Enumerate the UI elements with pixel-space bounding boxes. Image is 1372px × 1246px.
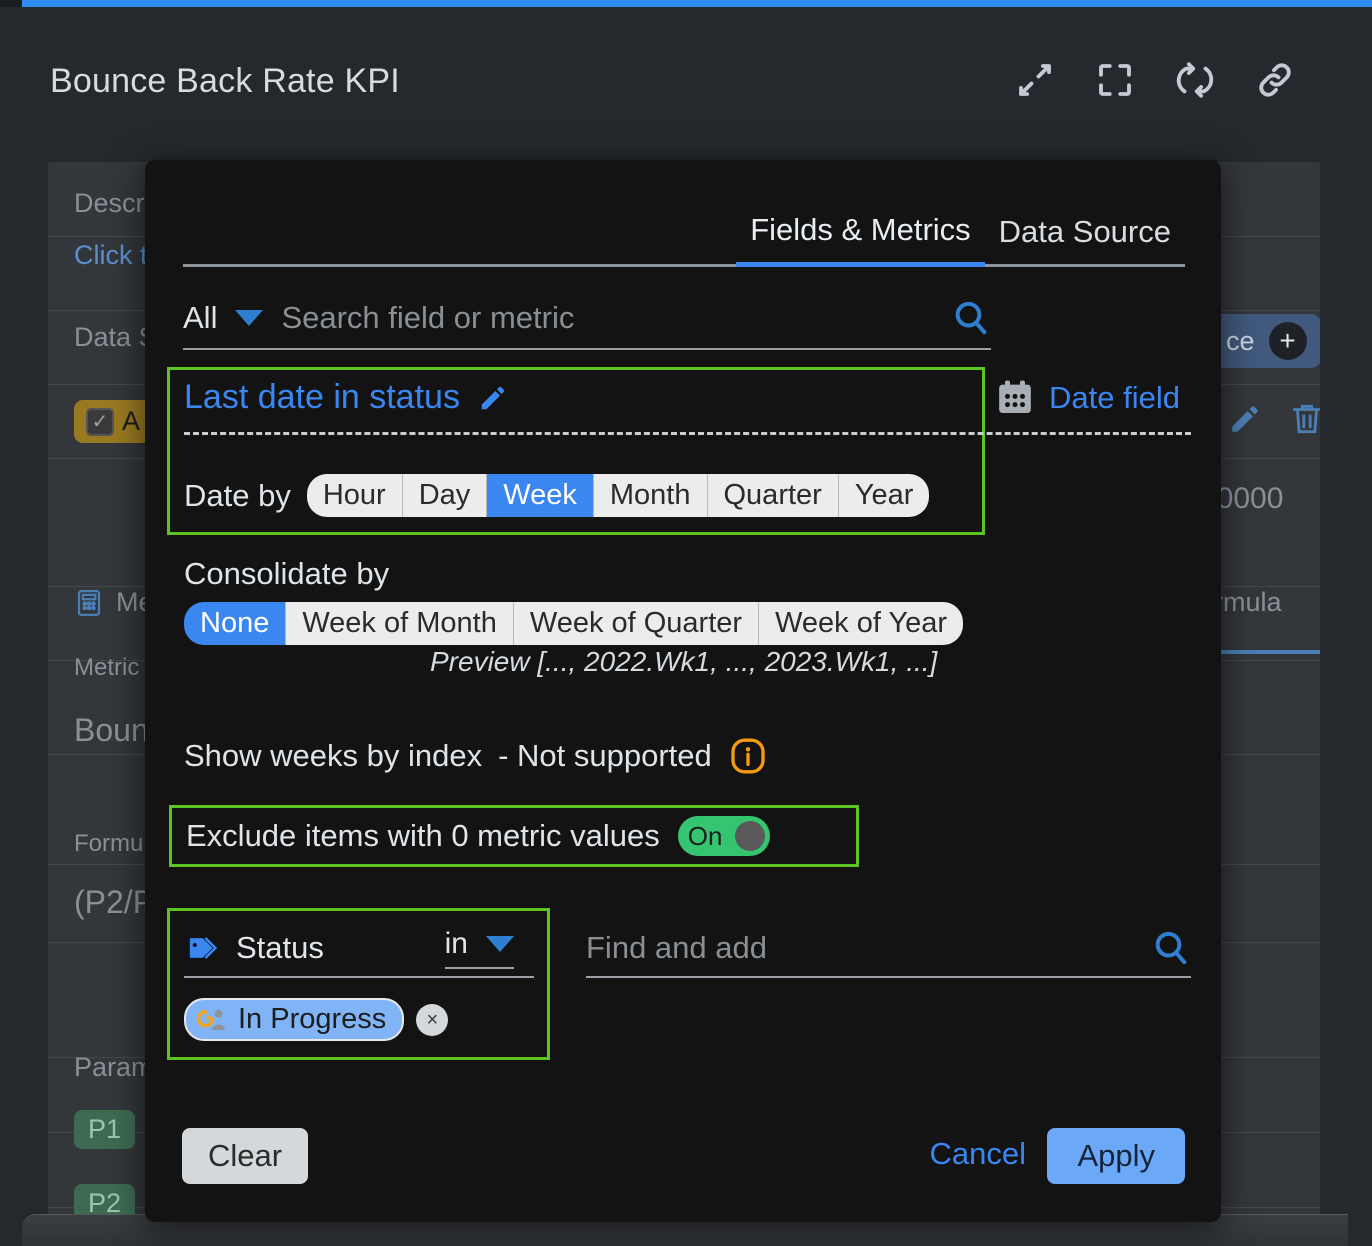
date-by-option-month[interactable]: Month <box>594 474 708 517</box>
filter-dropdown-label[interactable]: All <box>183 300 217 336</box>
in-progress-icon <box>194 1005 228 1035</box>
field-config-modal: Fields & Metrics Data Source All Search … <box>145 160 1221 1222</box>
status-filter-head: Status in <box>184 920 534 978</box>
pencil-icon[interactable] <box>1228 402 1262 436</box>
pencil-icon[interactable] <box>478 383 508 413</box>
window-controls <box>1014 59 1296 101</box>
calendar-icon <box>995 378 1035 418</box>
date-by-option-week[interactable]: Week <box>487 474 594 517</box>
date-field-type: Date field <box>995 378 1180 418</box>
tab-spacer <box>183 250 736 267</box>
field-search-row: All Search field or metric <box>183 288 991 350</box>
exclude-zero-row: Exclude items with 0 metric values On <box>186 816 770 856</box>
date-by-option-year[interactable]: Year <box>839 474 930 517</box>
consolidate-option-week-of-quarter[interactable]: Week of Quarter <box>514 602 759 645</box>
date-by-option-hour[interactable]: Hour <box>307 474 403 517</box>
toggle-knob <box>735 821 765 851</box>
status-filter-block: Status in In Progres <box>184 920 534 1041</box>
date-by-option-day[interactable]: Day <box>403 474 488 517</box>
collapse-icon[interactable] <box>1014 59 1056 101</box>
status-filter-label: Status <box>236 930 445 966</box>
clear-button[interactable]: Clear <box>182 1128 308 1184</box>
date-by-label: Date by <box>184 478 291 514</box>
top-accent-bar <box>22 0 1372 7</box>
param-p1-badge[interactable]: P1 <box>74 1110 135 1149</box>
consolidate-option-none[interactable]: None <box>184 602 286 645</box>
link-icon[interactable] <box>1254 59 1296 101</box>
exclude-zero-label: Exclude items with 0 metric values <box>186 818 660 854</box>
parameters-label: Param <box>74 1052 154 1083</box>
date-field-divider <box>184 432 1191 435</box>
formula-right-label: rmula <box>1214 587 1282 618</box>
toggle-state-label: On <box>688 821 723 852</box>
consolidate-preview: Preview [..., 2022.Wk1, ..., 2023.Wk1, .… <box>430 646 937 678</box>
info-icon[interactable] <box>728 736 768 776</box>
description-label: Descri <box>74 188 151 219</box>
chevron-down-icon[interactable] <box>235 310 263 326</box>
search-input[interactable]: Search field or metric <box>281 300 933 336</box>
app-root: Bounce Back Rate KPI <box>0 0 1372 1246</box>
add-icon[interactable]: + <box>1269 322 1307 360</box>
consolidate-option-week-of-month[interactable]: Week of Month <box>286 602 514 645</box>
find-and-add-input[interactable]: Find and add <box>586 930 1151 966</box>
calculator-icon <box>74 588 104 618</box>
tag-icon <box>184 931 224 965</box>
consolidate-by-label: Consolidate by <box>184 556 389 592</box>
date-field-name[interactable]: Last date in status <box>184 378 508 417</box>
search-icon[interactable] <box>1151 928 1191 968</box>
date-by-option-quarter[interactable]: Quarter <box>708 474 839 517</box>
status-chip-in-progress[interactable]: In Progress <box>184 998 404 1041</box>
status-operator-dropdown[interactable]: in <box>445 927 514 969</box>
date-field-type-label: Date field <box>1049 380 1180 416</box>
show-weeks-row: Show weeks by index - Not supported <box>184 736 768 776</box>
description-value[interactable]: Click t <box>74 240 148 271</box>
consolidate-option-week-of-year[interactable]: Week of Year <box>759 602 963 645</box>
accent-bar-cap <box>0 0 22 7</box>
refresh-icon[interactable] <box>1174 59 1216 101</box>
data-source-pill-label: ce <box>1226 326 1255 357</box>
consolidate-by-segmented-control[interactable]: NoneWeek of MonthWeek of QuarterWeek of … <box>184 602 963 645</box>
date-field-name-text: Last date in status <box>184 378 460 417</box>
fullscreen-icon[interactable] <box>1094 59 1136 101</box>
data-source-pill[interactable]: ce + <box>1208 314 1320 368</box>
cancel-button[interactable]: Cancel <box>930 1136 1027 1172</box>
date-by-row: Date by HourDayWeekMonthQuarterYear <box>184 474 929 517</box>
status-operator-label: in <box>445 927 468 961</box>
date-by-segmented-control[interactable]: HourDayWeekMonthQuarterYear <box>307 474 930 517</box>
search-icon[interactable] <box>951 298 991 338</box>
board-badge-label: A <box>122 406 140 437</box>
tab-fields-metrics[interactable]: Fields & Metrics <box>736 212 984 267</box>
apply-button[interactable]: Apply <box>1047 1128 1185 1184</box>
status-chip-row: In Progress × <box>184 998 534 1041</box>
status-chip-remove-button[interactable]: × <box>416 1004 448 1036</box>
show-weeks-note: - Not supported <box>498 738 712 774</box>
exclude-zero-toggle[interactable]: On <box>678 816 770 856</box>
board-badge[interactable]: ✓ A <box>74 400 152 443</box>
modal-tabs: Fields & Metrics Data Source <box>183 212 1185 267</box>
page-title: Bounce Back Rate KPI <box>50 62 400 101</box>
tab-data-source[interactable]: Data Source <box>985 214 1185 267</box>
chevron-down-icon[interactable] <box>486 936 514 952</box>
status-chip-label: In Progress <box>238 1003 386 1036</box>
checkbox-icon[interactable]: ✓ <box>86 408 114 436</box>
show-weeks-label: Show weeks by index <box>184 738 482 774</box>
find-and-add-row: Find and add <box>586 920 1191 978</box>
trash-icon[interactable] <box>1288 400 1320 438</box>
